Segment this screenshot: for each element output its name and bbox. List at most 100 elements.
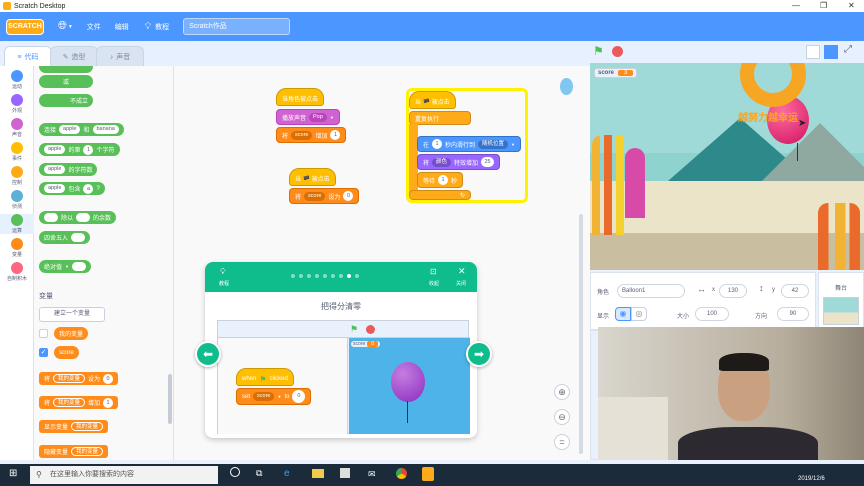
- category-1[interactable]: 外观: [0, 94, 34, 114]
- block-change-score[interactable]: 将 score 增加 1: [276, 127, 347, 143]
- size-input[interactable]: 100: [695, 307, 729, 321]
- maximize-button[interactable]: ❐: [820, 0, 827, 12]
- block-input[interactable]: 1: [438, 175, 449, 185]
- block-dropdown[interactable]: 我的变量: [53, 398, 86, 407]
- tutorial-prev-button[interactable]: ⬅: [195, 341, 221, 367]
- zoom-reset-button[interactable]: =: [554, 434, 570, 450]
- block-dropdown[interactable]: 我的变量: [71, 422, 104, 431]
- block-contains[interactable]: apple 包含 a ?: [39, 182, 105, 195]
- chrome-icon[interactable]: [396, 468, 407, 479]
- block-dropdown[interactable]: score: [291, 130, 313, 140]
- block-input[interactable]: apple: [44, 184, 66, 193]
- block-dropdown[interactable]: 颜色: [432, 157, 452, 167]
- category-4[interactable]: 控制: [0, 166, 34, 186]
- block-glide-random[interactable]: 在 1 秒内滑行到 随机位置 ▼: [417, 136, 522, 152]
- progress-dot[interactable]: [331, 274, 335, 278]
- block-change-effect[interactable]: 将 颜色 特效增加 25: [417, 154, 501, 170]
- block-join[interactable]: 连接 apple 和 banana: [39, 123, 124, 136]
- category-3[interactable]: 事件: [0, 142, 34, 162]
- progress-dot[interactable]: [291, 274, 295, 278]
- category-0[interactable]: 运动: [0, 70, 34, 90]
- tab-sounds[interactable]: ♪ 声音: [96, 46, 144, 67]
- stop-button[interactable]: [612, 46, 623, 57]
- tab-costumes[interactable]: ✎ 造型: [50, 46, 98, 67]
- block-input[interactable]: 1: [330, 130, 341, 140]
- variable-checkbox-my[interactable]: [39, 329, 48, 338]
- sprite-name-input[interactable]: Balloon1: [617, 284, 685, 298]
- block-dropdown[interactable]: 我的变量: [53, 374, 86, 383]
- tutorials-label[interactable]: 教程: [219, 280, 229, 287]
- palette-scrollbar[interactable]: [168, 374, 172, 424]
- taskbar-search-input[interactable]: ⚲ 在这里输入你要搜索的内容: [30, 466, 218, 484]
- block-dropdown[interactable]: Pop: [309, 112, 327, 122]
- menu-edit[interactable]: 编辑: [115, 22, 129, 32]
- progress-dot[interactable]: [323, 274, 327, 278]
- progress-dot[interactable]: [347, 274, 351, 278]
- block-or[interactable]: [39, 66, 93, 73]
- block-dropdown[interactable]: 我的变量: [71, 447, 104, 456]
- make-variable-button[interactable]: 建立一个变量: [39, 307, 105, 322]
- block-length-of[interactable]: apple 的字符数: [39, 163, 98, 176]
- block-input[interactable]: [44, 213, 58, 222]
- block-dropdown[interactable]: 随机位置: [478, 139, 509, 149]
- cortana-icon[interactable]: [230, 467, 240, 477]
- tutorial-next-button[interactable]: ➡: [466, 341, 492, 367]
- category-2[interactable]: 声音: [0, 118, 34, 138]
- block-forever[interactable]: 重复执行: [409, 111, 471, 125]
- block-input[interactable]: 1: [83, 144, 94, 155]
- block-abs[interactable]: 绝对值 ▼: [39, 260, 91, 273]
- globe-icon[interactable]: 🌐︎: [58, 20, 67, 33]
- progress-dot[interactable]: [355, 274, 359, 278]
- block-show-variable[interactable]: 显示变量 我的变量: [39, 420, 109, 433]
- variable-my[interactable]: 我的变量: [54, 327, 89, 340]
- variable-checkbox-score[interactable]: ✓: [39, 348, 48, 357]
- stage-backdrop-thumbnail[interactable]: [823, 297, 859, 325]
- block-input[interactable]: apple: [44, 145, 66, 154]
- block-input[interactable]: apple: [44, 165, 66, 174]
- y-input[interactable]: 42: [781, 284, 809, 298]
- block-input[interactable]: banana: [92, 125, 119, 134]
- block-change-variable[interactable]: 将 我的变量 增加 1: [39, 396, 119, 409]
- block-play-sound[interactable]: 播放声音 Pop ▼: [276, 109, 340, 125]
- small-stage-button[interactable]: [806, 45, 820, 59]
- chevron-down-icon[interactable]: ▼: [68, 24, 73, 30]
- windows-start-icon[interactable]: ⊞: [9, 468, 17, 479]
- hat-flag-clicked[interactable]: 当 🏴 被点击: [289, 168, 336, 186]
- block-round[interactable]: 四舍五入: [39, 231, 91, 244]
- hat-flag-clicked[interactable]: 当 🏴 被点击: [409, 91, 456, 109]
- progress-dot[interactable]: [299, 274, 303, 278]
- zoom-out-button[interactable]: ⊖: [554, 409, 570, 425]
- block-input[interactable]: [71, 262, 86, 271]
- close-icon[interactable]: ✕: [458, 266, 466, 277]
- block-input[interactable]: 0: [103, 373, 114, 384]
- progress-dot[interactable]: [315, 274, 319, 278]
- block-input[interactable]: 1: [103, 397, 114, 408]
- fullscreen-button[interactable]: ⤢: [844, 44, 852, 55]
- minimize-button[interactable]: —: [792, 0, 800, 12]
- shrink-label[interactable]: 收起: [429, 280, 439, 287]
- block-or[interactable]: 或: [39, 75, 93, 88]
- block-not[interactable]: 不成立: [39, 94, 93, 107]
- progress-dot[interactable]: [307, 274, 311, 278]
- scratch-logo[interactable]: SCRATCH: [6, 18, 44, 35]
- menu-tutorials[interactable]: 教程: [155, 22, 169, 32]
- block-input[interactable]: [71, 233, 86, 242]
- block-dropdown[interactable]: score: [304, 191, 326, 201]
- block-input[interactable]: apple: [59, 125, 81, 134]
- block-input[interactable]: 0: [343, 191, 354, 201]
- hat-sprite-clicked[interactable]: 当角色被点击: [276, 88, 325, 106]
- show-visible-button[interactable]: ◉: [615, 307, 631, 321]
- workspace-scrollbar[interactable]: [579, 214, 583, 454]
- x-input[interactable]: 130: [719, 284, 747, 298]
- project-title-input[interactable]: Scratch作品: [183, 18, 291, 35]
- block-input[interactable]: 25: [481, 157, 495, 167]
- block-set-variable[interactable]: 将 我的变量 设为 0: [39, 372, 119, 385]
- green-flag-button[interactable]: ⚑: [593, 44, 604, 58]
- block-input[interactable]: [76, 213, 91, 222]
- scratch-taskbar-icon[interactable]: [422, 467, 434, 481]
- variable-score[interactable]: score: [54, 346, 79, 359]
- category-5[interactable]: 侦测: [0, 190, 34, 210]
- block-input[interactable]: 1: [432, 139, 443, 149]
- large-stage-button[interactable]: [824, 45, 838, 59]
- stage[interactable]: score 3 ➤ 越努力越幸运: [590, 63, 864, 270]
